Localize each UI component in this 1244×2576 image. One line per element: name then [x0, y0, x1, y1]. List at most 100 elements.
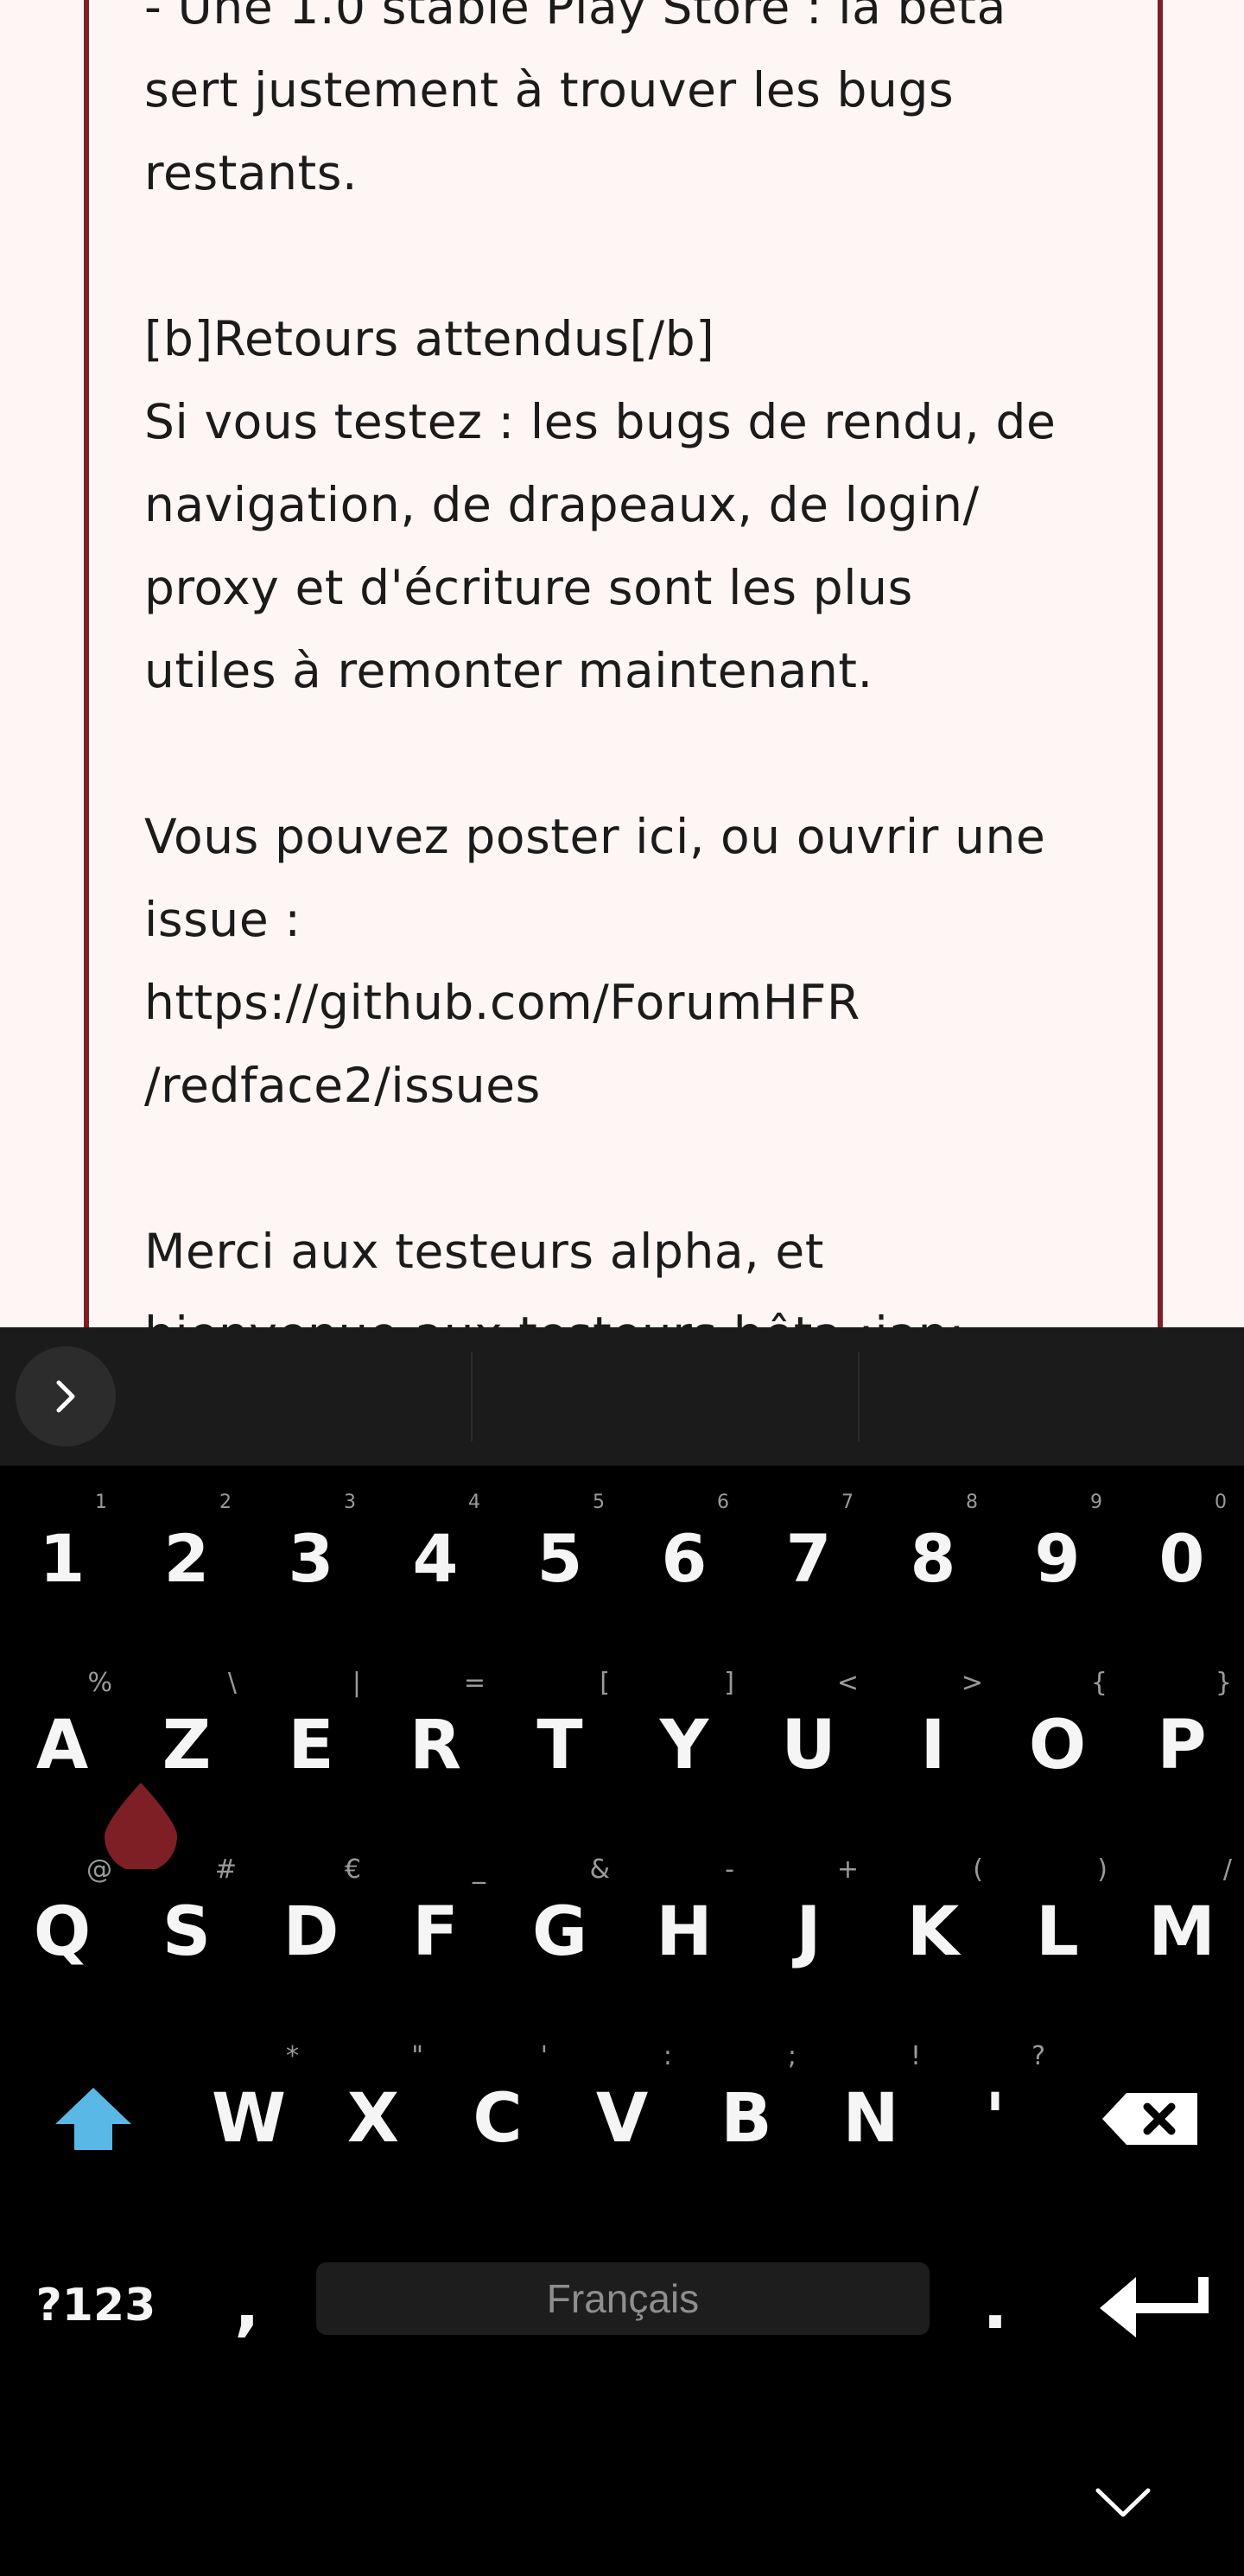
key-l[interactable]: L): [995, 1839, 1120, 2026]
key-x[interactable]: X ": [311, 2026, 435, 2212]
key-hint: +: [836, 1854, 859, 1885]
key-label: ?123: [35, 2280, 156, 2331]
key-label: 7: [785, 1520, 832, 1597]
enter-icon: [1100, 2277, 1209, 2337]
key-label: 1: [39, 1520, 86, 1597]
key-hint: 8: [966, 1492, 978, 1513]
key-hint: <: [836, 1668, 859, 1698]
key-hint: _: [473, 1854, 486, 1885]
key-m[interactable]: M /: [1120, 1839, 1244, 2026]
text-cursor-handle[interactable]: [105, 1783, 177, 1869]
backspace-key[interactable]: [1088, 2026, 1213, 2212]
key-hint: &: [589, 1854, 610, 1885]
key-1[interactable]: 11: [0, 1466, 124, 1652]
key-f[interactable]: F _: [373, 1839, 498, 2026]
key-t[interactable]: T[: [498, 1652, 622, 1839]
key-u[interactable]: U <: [746, 1652, 871, 1839]
key-label: B: [720, 2080, 772, 2158]
space-bar[interactable]: Français: [316, 2262, 930, 2335]
suggestion-toggle-button[interactable]: [16, 1346, 116, 1447]
key-h[interactable]: H-: [622, 1839, 746, 2026]
text-line: Merci aux testeurs alpha, et: [144, 1224, 824, 1279]
key-label: D: [282, 1893, 340, 1971]
shift-key[interactable]: [31, 2026, 156, 2212]
key-y[interactable]: Y]: [622, 1652, 746, 1839]
key-hint: €: [344, 1854, 361, 1885]
key-hint: ': [540, 2041, 548, 2071]
suggestion-bar: [0, 1327, 1244, 1466]
text-line: /redface2/issues: [144, 1058, 541, 1113]
key-label: R: [409, 1707, 462, 1784]
key-label: O: [1028, 1707, 1087, 1784]
key-e[interactable]: E |: [249, 1652, 373, 1839]
key-n[interactable]: N!: [809, 2026, 933, 2212]
key-o[interactable]: O{: [995, 1652, 1120, 1839]
key-hint: 7: [841, 1492, 854, 1513]
key-j[interactable]: J +: [746, 1839, 871, 2026]
key-label: 2: [163, 1520, 210, 1597]
key-label: A: [35, 1707, 89, 1784]
key-i[interactable]: I >: [871, 1652, 995, 1839]
key-9[interactable]: 99: [995, 1466, 1120, 1652]
key-label: J: [796, 1893, 822, 1971]
key-hint: #: [214, 1854, 237, 1885]
enter-key[interactable]: [1088, 2212, 1218, 2399]
key-label: E: [288, 1707, 334, 1784]
key-label: N: [842, 2080, 899, 2158]
key-label: S: [162, 1893, 212, 1971]
key-8[interactable]: 88: [871, 1466, 995, 1652]
key-label: I: [920, 1707, 946, 1784]
key-7[interactable]: 77: [746, 1466, 871, 1652]
key-hint: [: [600, 1668, 610, 1698]
key-k[interactable]: K(: [871, 1839, 995, 2026]
key-hint: !: [910, 2041, 921, 2071]
key-label: M: [1148, 1893, 1215, 1971]
key-label: Y: [659, 1707, 709, 1784]
key-hint: \: [227, 1668, 237, 1698]
key-b[interactable]: B;: [684, 2026, 809, 2212]
key-r[interactable]: R =: [373, 1652, 498, 1839]
key-2[interactable]: 22: [124, 1466, 249, 1652]
text-line: https://github.com/ForumHFR: [144, 975, 860, 1030]
key-label: W: [211, 2080, 287, 2158]
key-hint: 6: [717, 1492, 729, 1513]
key-hint: 9: [1090, 1492, 1102, 1513]
key-w[interactable]: W *: [187, 2026, 311, 2212]
key-hint: ?: [1031, 2041, 1045, 2071]
key-hint: >: [961, 1668, 983, 1698]
key-hint: =: [463, 1668, 486, 1698]
collapse-keyboard-button[interactable]: [1063, 2451, 1184, 2554]
text-line: Si vous testez : les bugs de rendu, de: [144, 394, 1057, 449]
key-0[interactable]: 00: [1120, 1466, 1244, 1652]
key-label: L: [1036, 1893, 1079, 1971]
comma-key[interactable]: ,: [187, 2212, 308, 2399]
key-label: 0: [1158, 1520, 1205, 1597]
key-3[interactable]: 33: [249, 1466, 373, 1652]
text-line: bienvenue aux testeurs bêta :jap:: [144, 1293, 1112, 1327]
chevron-down-icon: [1095, 2488, 1151, 2517]
key-label: K: [906, 1893, 960, 1971]
key-hint: 3: [344, 1492, 356, 1513]
key-label: 6: [661, 1520, 708, 1597]
key-g[interactable]: G &: [498, 1839, 622, 2026]
editor-area: - Une 1.0 stable Play Store : la bêta se…: [0, 0, 1244, 1327]
key-hint: 0: [1215, 1492, 1227, 1513]
message-textarea[interactable]: - Une 1.0 stable Play Store : la bêta se…: [84, 0, 1163, 1327]
key-c[interactable]: C ': [435, 2026, 560, 2212]
key-v[interactable]: V:: [560, 2026, 684, 2212]
key-label: Q: [33, 1893, 92, 1971]
key-d[interactable]: D €: [249, 1839, 373, 2026]
key-apostrophe[interactable]: '?: [933, 2026, 1057, 2212]
text-line: sert justement à trouver les bugs: [144, 62, 955, 118]
key-5[interactable]: 55: [498, 1466, 622, 1652]
text-line: - Une 1.0 stable Play Store : la bêta: [144, 0, 1006, 35]
key-6[interactable]: 66: [622, 1466, 746, 1652]
symbols-key[interactable]: ?123: [31, 2212, 161, 2399]
period-key[interactable]: .: [933, 2212, 1057, 2399]
key-p[interactable]: P}: [1120, 1652, 1244, 1839]
key-label: V: [595, 2080, 649, 2158]
key-hint: ]: [724, 1668, 734, 1698]
key-hint: ;: [787, 2041, 797, 2071]
key-4[interactable]: 44: [373, 1466, 498, 1652]
